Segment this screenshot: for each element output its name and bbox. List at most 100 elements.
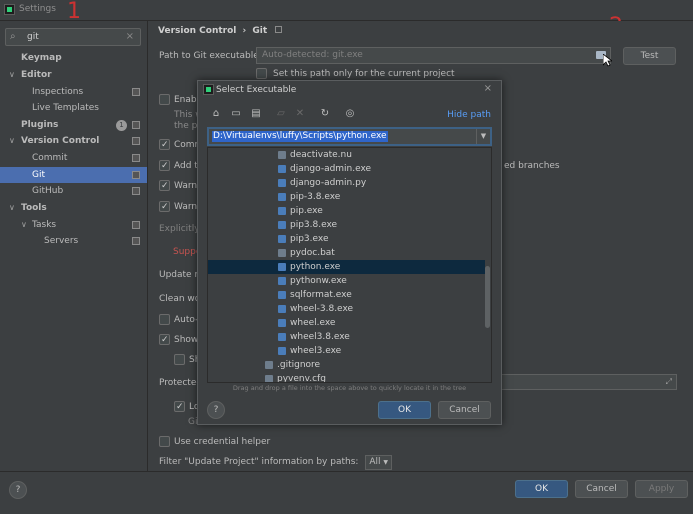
warn1-checkbox[interactable] [159,178,170,194]
enable-row[interactable]: Enabl [159,92,199,108]
git-path-field[interactable]: Auto-detected: git.exe [256,47,611,64]
file-item[interactable]: pip-3.8.exe [208,190,485,204]
file-item[interactable]: pythonw.exe [208,274,485,288]
refresh-icon[interactable]: ↻ [319,108,331,120]
credential-helper-row[interactable]: Use credential helper [159,434,270,450]
desktop-icon[interactable]: ▭ [230,108,242,120]
breadcrumb-separator: › [242,26,247,36]
apply-button[interactable]: Apply [635,480,688,498]
warn2-row[interactable]: Warn [159,199,197,215]
file-item[interactable]: pydoc.bat [208,246,485,260]
auto-row[interactable]: Auto- [159,312,198,328]
chevron-down-icon[interactable]: ∨ [9,133,15,149]
dialog-cancel-button[interactable]: Cancel [438,401,491,419]
file-item[interactable]: deactivate.nu [208,148,485,162]
sidebar-item-label: GitHub [32,186,64,196]
sidebar-item-version-control[interactable]: ∨ Version Control [0,133,147,149]
sidebar-item-live-templates[interactable]: Live Templates [0,100,147,116]
file-name: pip3.8.exe [290,220,338,230]
expand-icon[interactable]: ⤢ [666,377,672,387]
breadcrumb: Version Control › Git [158,26,283,36]
file-item[interactable]: wheel3.8.exe [208,330,485,344]
credential-helper-checkbox[interactable] [159,436,170,447]
protected-branches-field[interactable]: ⤢ [501,374,677,390]
python-file-icon [278,221,286,229]
warn2-checkbox[interactable] [159,199,170,215]
file-item[interactable]: pyvenv.cfg [208,372,485,382]
filter-select[interactable]: All ▼ [365,455,392,470]
chevron-down-icon[interactable]: ∨ [21,217,27,233]
project-settings-icon [132,187,140,195]
dialog-ok-button[interactable]: OK [378,401,431,419]
cancel-button[interactable]: Cancel [575,480,628,498]
chevron-down-icon[interactable]: ▼ [476,129,490,144]
sidebar-item-keymap[interactable]: Keymap [0,50,147,66]
sidebar-item-plugins[interactable]: Plugins 1 [0,117,147,133]
window-title: Settings [19,4,56,14]
home-icon[interactable]: ⌂ [210,108,222,120]
add-t-checkbox[interactable] [159,158,170,174]
file-item[interactable]: wheel.exe [208,316,485,330]
sidebar-item-tasks[interactable]: ∨ Tasks [0,217,147,233]
show-hidden-icon[interactable]: ◎ [344,108,356,120]
show-row[interactable]: Show [159,332,198,348]
test-button[interactable]: Test [623,47,676,65]
file-item[interactable]: .gitignore [208,358,485,372]
sidebar-item-git[interactable]: Git [0,167,147,183]
sidebar-item-commit[interactable]: Commit [0,150,147,166]
lo-checkbox[interactable] [174,399,185,415]
filter-label: Filter "Update Project" information by p… [159,457,359,467]
warn1-row[interactable]: Warn [159,178,197,194]
hide-path-link[interactable]: Hide path [447,110,491,120]
enable-checkbox[interactable] [159,94,170,105]
new-folder-icon[interactable]: ▱ [275,108,287,120]
comm-checkbox[interactable] [159,137,170,153]
file-icon [278,151,286,159]
file-item[interactable]: pip3.8.exe [208,218,485,232]
scrollbar[interactable] [485,266,490,328]
show-checkbox[interactable] [159,332,170,348]
sidebar-item-tools[interactable]: ∨ Tools [0,200,147,216]
sh-checkbox[interactable] [174,354,185,365]
close-icon[interactable]: × [484,83,492,94]
file-item[interactable]: sqlformat.exe [208,288,485,302]
lo-row[interactable]: Lo [174,399,199,415]
file-item[interactable]: django-admin.exe [208,162,485,176]
sidebar-item-label: Git [32,170,46,180]
sidebar-item-servers[interactable]: Servers [0,233,147,249]
file-name: sqlformat.exe [290,290,352,300]
path-combo-input[interactable]: D:\Virtualenvs\luffy\Scripts\python.exe … [207,127,492,146]
sidebar-item-editor[interactable]: ∨ Editor [0,67,147,83]
auto-checkbox[interactable] [159,314,170,325]
path-to-git-label: Path to Git executable: [159,51,262,61]
file-name: pydoc.bat [290,248,335,258]
file-item[interactable]: django-admin.py [208,176,485,190]
file-name: wheel.exe [290,318,336,328]
help-button[interactable]: ? [9,481,27,499]
clear-search-icon[interactable]: × [126,31,134,42]
project-settings-icon [132,237,140,245]
file-item[interactable]: pip.exe [208,204,485,218]
file-tree[interactable]: deactivate.nu django-admin.exe django-ad… [207,147,492,383]
project-folder-icon[interactable]: ▤ [250,108,262,120]
dialog-help-button[interactable]: ? [207,401,225,419]
set-path-only-checkbox[interactable] [256,68,267,79]
file-item-selected[interactable]: python.exe [208,260,485,274]
filter-select-value: All [369,457,381,467]
ok-button[interactable]: OK [515,480,568,498]
sidebar-item-inspections[interactable]: Inspections [0,84,147,100]
auto-label: Auto- [174,315,199,325]
select-executable-dialog: Select Executable × ⌂ ▭ ▤ ▱ ✕ ↻ ◎ Hide p… [197,80,502,425]
chevron-down-icon[interactable]: ∨ [9,200,15,216]
file-item[interactable]: wheel3.exe [208,344,485,358]
file-name: wheel3.exe [290,346,342,356]
settings-window: Settings 1 2 ⌕ git × Keymap ∨ Editor Ins… [0,0,693,514]
search-input[interactable]: ⌕ git × [5,28,141,46]
settings-footer: ? OK Cancel Apply [0,471,693,514]
delete-icon[interactable]: ✕ [294,108,306,120]
file-item[interactable]: pip3.exe [208,232,485,246]
file-item[interactable]: wheel-3.8.exe [208,302,485,316]
sidebar-item-github[interactable]: GitHub [0,183,147,199]
add-t-row[interactable]: Add t [159,158,198,174]
chevron-down-icon[interactable]: ∨ [9,67,15,83]
